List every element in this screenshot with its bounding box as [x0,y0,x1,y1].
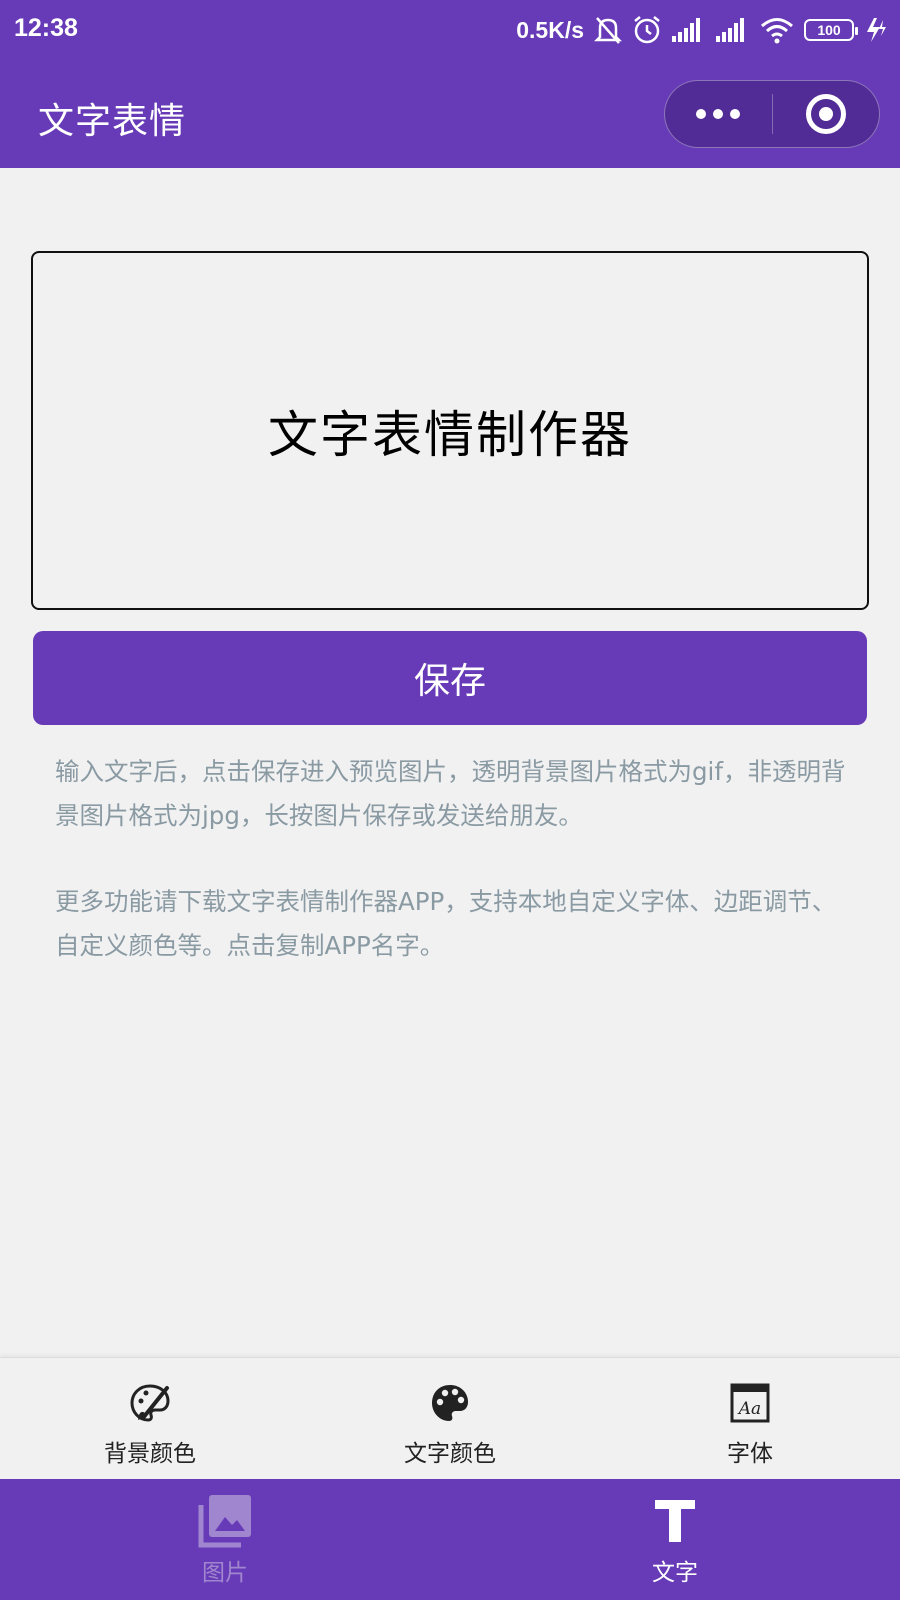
tab-label: 文字 [652,1560,698,1586]
status-icons: 0.5K/s 100 [516,12,888,48]
tool-label: 字体 [727,1441,773,1467]
close-button[interactable] [773,81,880,147]
mini-program-capsule [664,80,880,148]
image-icon [197,1493,253,1549]
tool-label: 文字颜色 [404,1441,496,1467]
net-speed: 0.5K/s [516,16,584,43]
preview-canvas[interactable]: 文字表情制作器 [31,251,869,610]
alarm-icon [634,16,660,44]
tab-images[interactable]: 图片 [125,1479,325,1600]
save-button[interactable]: 保存 [33,631,867,725]
text-icon [653,1493,697,1549]
tool-label: 背景颜色 [104,1441,196,1467]
paint-brush-icon [129,1382,171,1424]
header: 12:38 0.5K/s 100 文字表情 [0,0,900,168]
tool-background-color[interactable]: 背景颜色 [50,1358,250,1480]
tool-text-color[interactable]: 文字颜色 [350,1358,550,1480]
edit-toolbar: 背景颜色 文字颜色 Aa 字体 [0,1357,900,1479]
preview-text: 文字表情制作器 [268,405,632,464]
tab-text[interactable]: 文字 [575,1479,775,1600]
signal-icon [716,18,744,42]
info-text-app[interactable]: 更多功能请下载文字表情制作器APP，支持本地自定义字体、边距调节、自定义颜色等。… [55,880,855,968]
charging-icon [867,18,886,42]
page-title: 文字表情 [38,101,187,142]
target-icon [805,94,846,134]
more-dots-icon [696,109,741,119]
tab-bar: 图片 文字 [0,1479,900,1600]
tab-label: 图片 [202,1560,248,1586]
svg-text:Aa: Aa [737,1399,761,1419]
battery-level: 100 [817,22,841,38]
info-text-save: 输入文字后，点击保存进入预览图片，透明背景图片格式为gif，非透明背景图片格式为… [55,757,846,830]
tool-font[interactable]: Aa 字体 [650,1358,850,1480]
signal-icon [672,18,700,42]
font-icon: Aa [730,1382,770,1424]
battery-icon: 100 [804,19,858,41]
wifi-icon [761,18,793,44]
more-button[interactable] [665,81,772,147]
status-bar: 12:38 0.5K/s 100 [0,0,900,62]
palette-icon [429,1382,471,1424]
status-time: 12:38 [14,14,78,42]
bell-off-icon [594,17,622,44]
